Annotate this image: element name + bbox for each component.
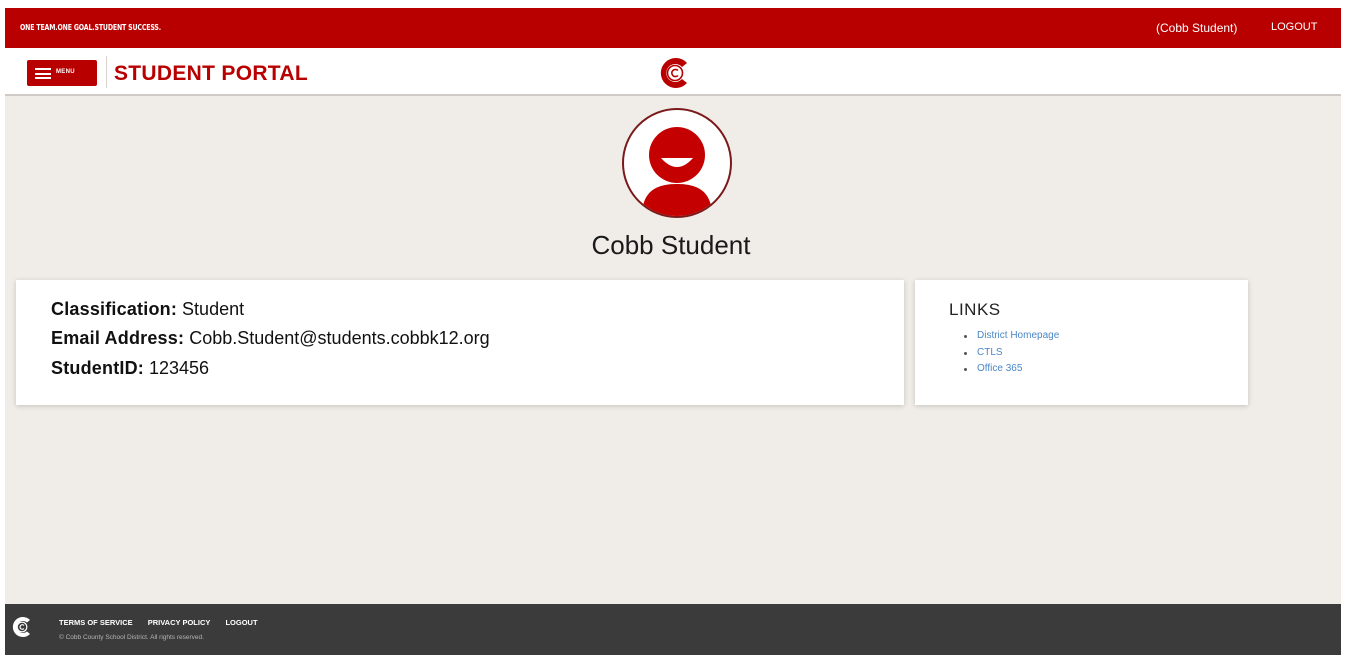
- header-divider: [106, 56, 107, 88]
- student-id-label: StudentID:: [51, 358, 144, 378]
- classification-value: Student: [182, 299, 245, 319]
- menu-button[interactable]: MENU: [27, 60, 97, 86]
- copyright-text: © Cobb County School District. All right…: [59, 634, 204, 641]
- links-title: LINKS: [949, 300, 1001, 319]
- terms-of-service-link[interactable]: TERMS OF SERVICE: [59, 618, 133, 627]
- profile-name: Cobb Student: [591, 230, 751, 260]
- link-office-365[interactable]: Office 365: [959, 361, 1059, 378]
- top-bar: ONE TEAM.ONE GOAL.STUDENT SUCCESS. (Cobb…: [5, 8, 1341, 48]
- footer-logo-icon: [10, 615, 34, 639]
- top-logout-link[interactable]: LOGOUT: [1271, 21, 1317, 33]
- footer-links: TERMS OF SERVICE PRIVACY POLICY LOGOUT: [59, 618, 271, 627]
- hamburger-icon: [35, 68, 51, 79]
- email-label: Email Address:: [51, 328, 185, 348]
- tagline: ONE TEAM.ONE GOAL.STUDENT SUCCESS.: [20, 23, 161, 32]
- header: MENU STUDENT PORTAL: [5, 48, 1341, 96]
- page-frame: ONE TEAM.ONE GOAL.STUDENT SUCCESS. (Cobb…: [5, 8, 1341, 655]
- student-id-value: 123456: [149, 358, 210, 378]
- student-info-card: Classification: Student Email Address: C…: [16, 280, 904, 405]
- link-ctls[interactable]: CTLS: [959, 345, 1059, 362]
- user-avatar-icon: [622, 108, 732, 218]
- email-row: Email Address: Cobb.Student@students.cob…: [51, 328, 490, 349]
- classification-label: Classification:: [51, 299, 178, 319]
- footer: TERMS OF SERVICE PRIVACY POLICY LOGOUT ©…: [5, 604, 1341, 655]
- email-value: Cobb.Student@students.cobbk12.org: [189, 328, 490, 348]
- footer-logout-link[interactable]: LOGOUT: [225, 618, 257, 627]
- cobb-c-logo-icon[interactable]: [654, 55, 696, 91]
- classification-row: Classification: Student: [51, 299, 244, 320]
- portal-title: STUDENT PORTAL: [114, 62, 308, 85]
- privacy-policy-link[interactable]: PRIVACY POLICY: [148, 618, 211, 627]
- links-card: LINKS District Homepage CTLS Office 365: [915, 280, 1248, 405]
- current-user-name: (Cobb Student): [1156, 21, 1238, 35]
- links-list: District Homepage CTLS Office 365: [959, 328, 1059, 378]
- link-district-homepage[interactable]: District Homepage: [959, 328, 1059, 345]
- menu-button-label: MENU: [56, 69, 75, 75]
- student-id-row: StudentID: 123456: [51, 358, 209, 379]
